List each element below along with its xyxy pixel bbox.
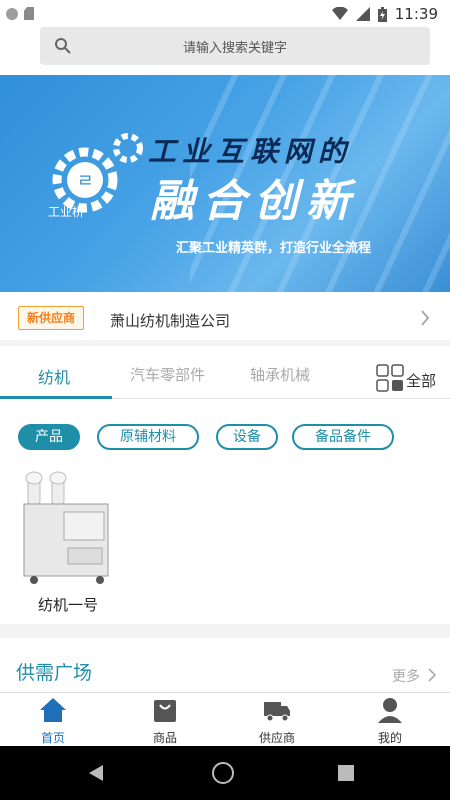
tab-auto-parts[interactable]: 汽车零部件 [130, 364, 205, 385]
product-card[interactable]: 纺机一号 [18, 470, 118, 620]
supplier-name: 萧山纺机制造公司 [110, 312, 231, 330]
banner-title-line1: 工业互联网的 [148, 135, 353, 168]
all-categories-button[interactable]: 全部 [376, 364, 440, 392]
chevron-right-icon [421, 310, 430, 326]
product-name: 纺机一号 [37, 596, 98, 614]
supply-demand-title: 供需广场 [16, 662, 93, 684]
nav-products[interactable]: 商品 [125, 697, 205, 745]
chip-products[interactable]: 产品 [18, 424, 80, 450]
nav-suppliers-label: 供应商 [258, 731, 295, 745]
sd-card-icon [24, 7, 34, 20]
bottom-navigation: 首页 商品 供应商 我的 [0, 692, 450, 746]
status-right: 11:39 [331, 5, 438, 23]
wifi-icon [331, 7, 348, 20]
home-icon [40, 698, 66, 722]
tab-bearing-machinery[interactable]: 轴承机械 [250, 364, 310, 385]
new-supplier-row[interactable]: 新供应商 萧山纺机制造公司 [0, 300, 450, 340]
person-icon [378, 698, 402, 723]
shopping-bag-icon [154, 700, 176, 722]
subcategory-chips: 产品 原辅材料 设备 备品备件 [0, 424, 450, 452]
nav-home[interactable]: 首页 [13, 697, 93, 745]
nav-products-label: 商品 [152, 731, 177, 745]
nav-suppliers[interactable]: 供应商 [237, 697, 317, 745]
search-bar[interactable]: 请输入搜索关键字 [40, 27, 430, 65]
nav-profile-label: 我的 [377, 731, 402, 745]
chip-spare-parts[interactable]: 备品备件 [292, 424, 394, 450]
status-bar: 11:39 [0, 0, 450, 30]
svg-text:ㄹ: ㄹ [77, 171, 94, 192]
active-tab-indicator [0, 396, 112, 399]
more-link[interactable]: 更多 [392, 666, 420, 686]
section-divider [0, 624, 450, 638]
status-time: 11:39 [394, 5, 438, 23]
new-supplier-badge: 新供应商 [18, 306, 84, 330]
notification-dot-icon [6, 7, 18, 20]
grid-icon [376, 364, 404, 392]
back-icon[interactable] [88, 764, 104, 782]
tab-textile-machinery[interactable]: 纺机 [38, 364, 70, 388]
chevron-right-icon [428, 668, 436, 682]
banner-title-line2: 融合创新 [150, 176, 358, 227]
chip-raw-materials[interactable]: 原辅材料 [97, 424, 199, 450]
status-left [6, 7, 34, 20]
battery-icon [377, 6, 387, 22]
search-input[interactable]: 请输入搜索关键字 [40, 37, 430, 56]
section-divider [0, 340, 450, 346]
truck-icon [264, 702, 290, 722]
promo-banner[interactable]: ㄹ 工业桥 工业互联网的 融合创新 汇聚工业精英群，打造行业全流程 [0, 75, 450, 292]
signal-icon [355, 7, 370, 21]
system-navigation-bar [0, 746, 450, 800]
recent-apps-icon[interactable] [338, 765, 354, 781]
banner-subtitle: 汇聚工业精英群，打造行业全流程 [176, 241, 372, 256]
product-image [23, 471, 109, 584]
nav-profile[interactable]: 我的 [350, 697, 430, 745]
all-categories-label: 全部 [406, 372, 437, 390]
chip-equipment[interactable]: 设备 [216, 424, 278, 450]
home-button-icon[interactable] [212, 762, 234, 784]
banner-logo-text: 工业桥 [48, 205, 85, 219]
nav-home-label: 首页 [40, 731, 65, 745]
